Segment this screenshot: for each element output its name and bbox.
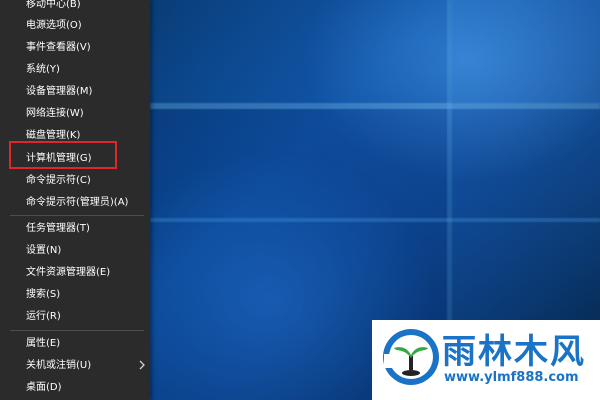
menu-separator	[10, 330, 144, 331]
watermark-title: 雨林木风	[442, 332, 586, 372]
menu-separator	[10, 215, 144, 216]
menu-item-command-prompt-admin[interactable]: 命令提示符(管理员)(A)	[26, 195, 128, 211]
menu-item-power-options[interactable]: 电源选项(O)	[26, 18, 82, 34]
menu-item-shutdown-signout[interactable]: 关机或注销(U)	[26, 358, 91, 374]
menu-item-search[interactable]: 搜索(S)	[26, 287, 60, 303]
winx-context-menu: 移动中心(B) 电源选项(O) 事件查看器(V) 系统(Y) 设备管理器(M) …	[0, 0, 150, 400]
menu-item-task-manager[interactable]: 任务管理器(T)	[26, 221, 90, 237]
menu-item-system[interactable]: 系统(Y)	[26, 62, 60, 78]
wallpaper-pane	[150, 0, 447, 103]
wallpaper-pane	[452, 0, 600, 103]
menu-item-desktop[interactable]: 桌面(D)	[26, 380, 62, 396]
wallpaper-light-beam	[150, 103, 600, 109]
menu-item-event-viewer[interactable]: 事件查看器(V)	[26, 40, 91, 56]
wallpaper-light-beam	[150, 218, 600, 222]
menu-item-network-connections[interactable]: 网络连接(W)	[26, 106, 84, 122]
ylmf-logo-icon	[383, 329, 439, 385]
menu-item-command-prompt[interactable]: 命令提示符(C)	[26, 173, 91, 189]
menu-item-mobility-center[interactable]: 移动中心(B)	[26, 0, 81, 13]
watermark-url: www.ylmf888.com	[444, 370, 579, 385]
site-watermark: 雨林木风 www.ylmf888.com	[372, 320, 600, 400]
menu-item-properties[interactable]: 属性(E)	[26, 336, 60, 352]
chevron-right-icon	[139, 360, 145, 370]
menu-item-settings[interactable]: 设置(N)	[26, 243, 61, 259]
menu-item-device-manager[interactable]: 设备管理器(M)	[26, 84, 92, 100]
menu-item-file-explorer[interactable]: 文件资源管理器(E)	[26, 265, 110, 281]
menu-item-run[interactable]: 运行(R)	[26, 309, 61, 325]
highlight-annotation-box	[9, 141, 117, 169]
